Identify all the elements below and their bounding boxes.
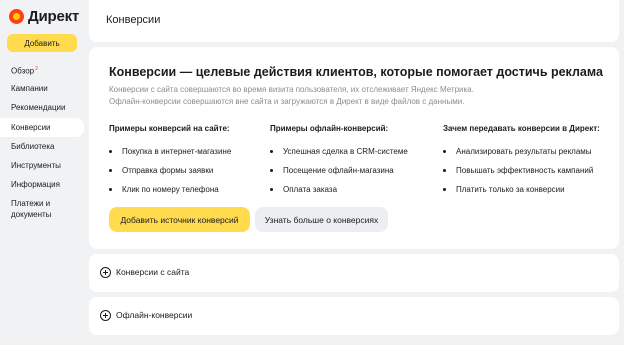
bullet-icon xyxy=(270,188,273,191)
learn-more-button[interactable]: Узнать больше о конверсиях xyxy=(255,207,388,232)
add-button[interactable]: Добавить xyxy=(7,34,77,52)
column-list: Анализировать результаты рекламы Повышат… xyxy=(443,142,600,199)
sidebar-item-campaigns[interactable]: Кампании xyxy=(0,79,84,98)
sidebar-nav: Обзор2 Кампании Рекомендации Конверсии Б… xyxy=(0,60,84,224)
info-description-line: Конверсии с сайта совершаются во время в… xyxy=(109,85,474,94)
bullet-icon xyxy=(443,188,446,191)
column-list: Успешная сделка в CRM-системе Посещение … xyxy=(270,142,408,199)
bullet-icon xyxy=(109,188,112,191)
sidebar-item-library[interactable]: Библиотека xyxy=(0,137,84,156)
bullet-icon xyxy=(443,150,446,153)
list-item-text: Платить только за конверсии xyxy=(456,185,565,194)
sidebar-item-payments[interactable]: Платежи и документы xyxy=(0,194,84,224)
list-item: Повышать эффективность кампаний xyxy=(443,161,600,180)
column-title: Примеры офлайн-конверсий: xyxy=(270,124,389,133)
list-item: Оплата заказа xyxy=(270,180,408,199)
accordion-label: Конверсии с сайта xyxy=(116,267,190,277)
bullet-icon xyxy=(109,150,112,153)
list-item-text: Покупка в интернет-магазине xyxy=(122,147,232,156)
column-title: Зачем передавать конверсии в Директ: xyxy=(443,124,600,133)
list-item: Посещение офлайн-магазина xyxy=(270,161,408,180)
sidebar-item-recommendations[interactable]: Рекомендации xyxy=(0,98,84,117)
list-item: Успешная сделка в CRM-системе xyxy=(270,142,408,161)
accordion-label: Офлайн-конверсии xyxy=(116,310,193,320)
list-item: Покупка в интернет-магазине xyxy=(109,142,231,161)
list-item: Платить только за конверсии xyxy=(443,180,600,199)
info-description-line: Офлайн-конверсии совершаются вне сайта и… xyxy=(109,97,465,106)
logo[interactable]: Директ xyxy=(9,8,79,25)
conversions-info-card: Конверсии — целевые действия клиентов, к… xyxy=(89,47,619,249)
yandex-logo-icon xyxy=(9,9,24,24)
notification-badge: 2 xyxy=(35,66,38,72)
list-item-text: Повышать эффективность кампаний xyxy=(456,166,594,175)
sidebar-item-tools[interactable]: Инструменты xyxy=(0,156,84,175)
plus-circle-icon xyxy=(100,310,111,321)
bullet-icon xyxy=(270,169,273,172)
logo-text: Директ xyxy=(28,8,80,25)
why-conversions-column: Зачем передавать конверсии в Директ: Ана… xyxy=(443,124,600,199)
site-conversions-accordion[interactable]: Конверсии с сайта xyxy=(89,254,619,292)
bullet-icon xyxy=(443,169,446,172)
info-title: Конверсии — целевые действия клиентов, к… xyxy=(109,65,603,79)
sidebar-item-information[interactable]: Информация xyxy=(0,175,84,194)
page-header: Конверсии xyxy=(89,0,619,42)
list-item-text: Оплата заказа xyxy=(283,185,338,194)
info-description: Конверсии с сайта совершаются во время в… xyxy=(109,84,474,108)
add-conversion-source-button[interactable]: Добавить источник конверсий xyxy=(109,207,250,232)
bullet-icon xyxy=(270,150,273,153)
list-item-text: Успешная сделка в CRM-системе xyxy=(283,147,408,156)
sidebar: Директ Добавить Обзор2 Кампании Рекоменд… xyxy=(0,0,90,345)
site-conversions-column: Примеры конверсий на сайте: Покупка в ин… xyxy=(109,124,231,199)
list-item: Отправка формы заявки xyxy=(109,161,231,180)
list-item-text: Анализировать результаты рекламы xyxy=(456,147,592,156)
offline-conversions-column: Примеры офлайн-конверсий: Успешная сделк… xyxy=(270,124,408,199)
sidebar-item-label: Обзор xyxy=(11,66,35,76)
offline-conversions-accordion[interactable]: Офлайн-конверсии xyxy=(89,297,619,335)
column-list: Покупка в интернет-магазине Отправка фор… xyxy=(109,142,231,199)
list-item-text: Посещение офлайн-магазина xyxy=(283,166,394,175)
list-item: Анализировать результаты рекламы xyxy=(443,142,600,161)
list-item-text: Клик по номеру телефона xyxy=(122,185,219,194)
bullet-icon xyxy=(109,169,112,172)
list-item-text: Отправка формы заявки xyxy=(122,166,214,175)
sidebar-item-conversions[interactable]: Конверсии xyxy=(0,117,84,137)
column-title: Примеры конверсий на сайте: xyxy=(109,124,230,133)
sidebar-item-overview[interactable]: Обзор2 xyxy=(0,60,84,79)
list-item: Клик по номеру телефона xyxy=(109,180,231,199)
plus-circle-icon xyxy=(100,267,111,278)
page-title: Конверсии xyxy=(106,14,161,26)
